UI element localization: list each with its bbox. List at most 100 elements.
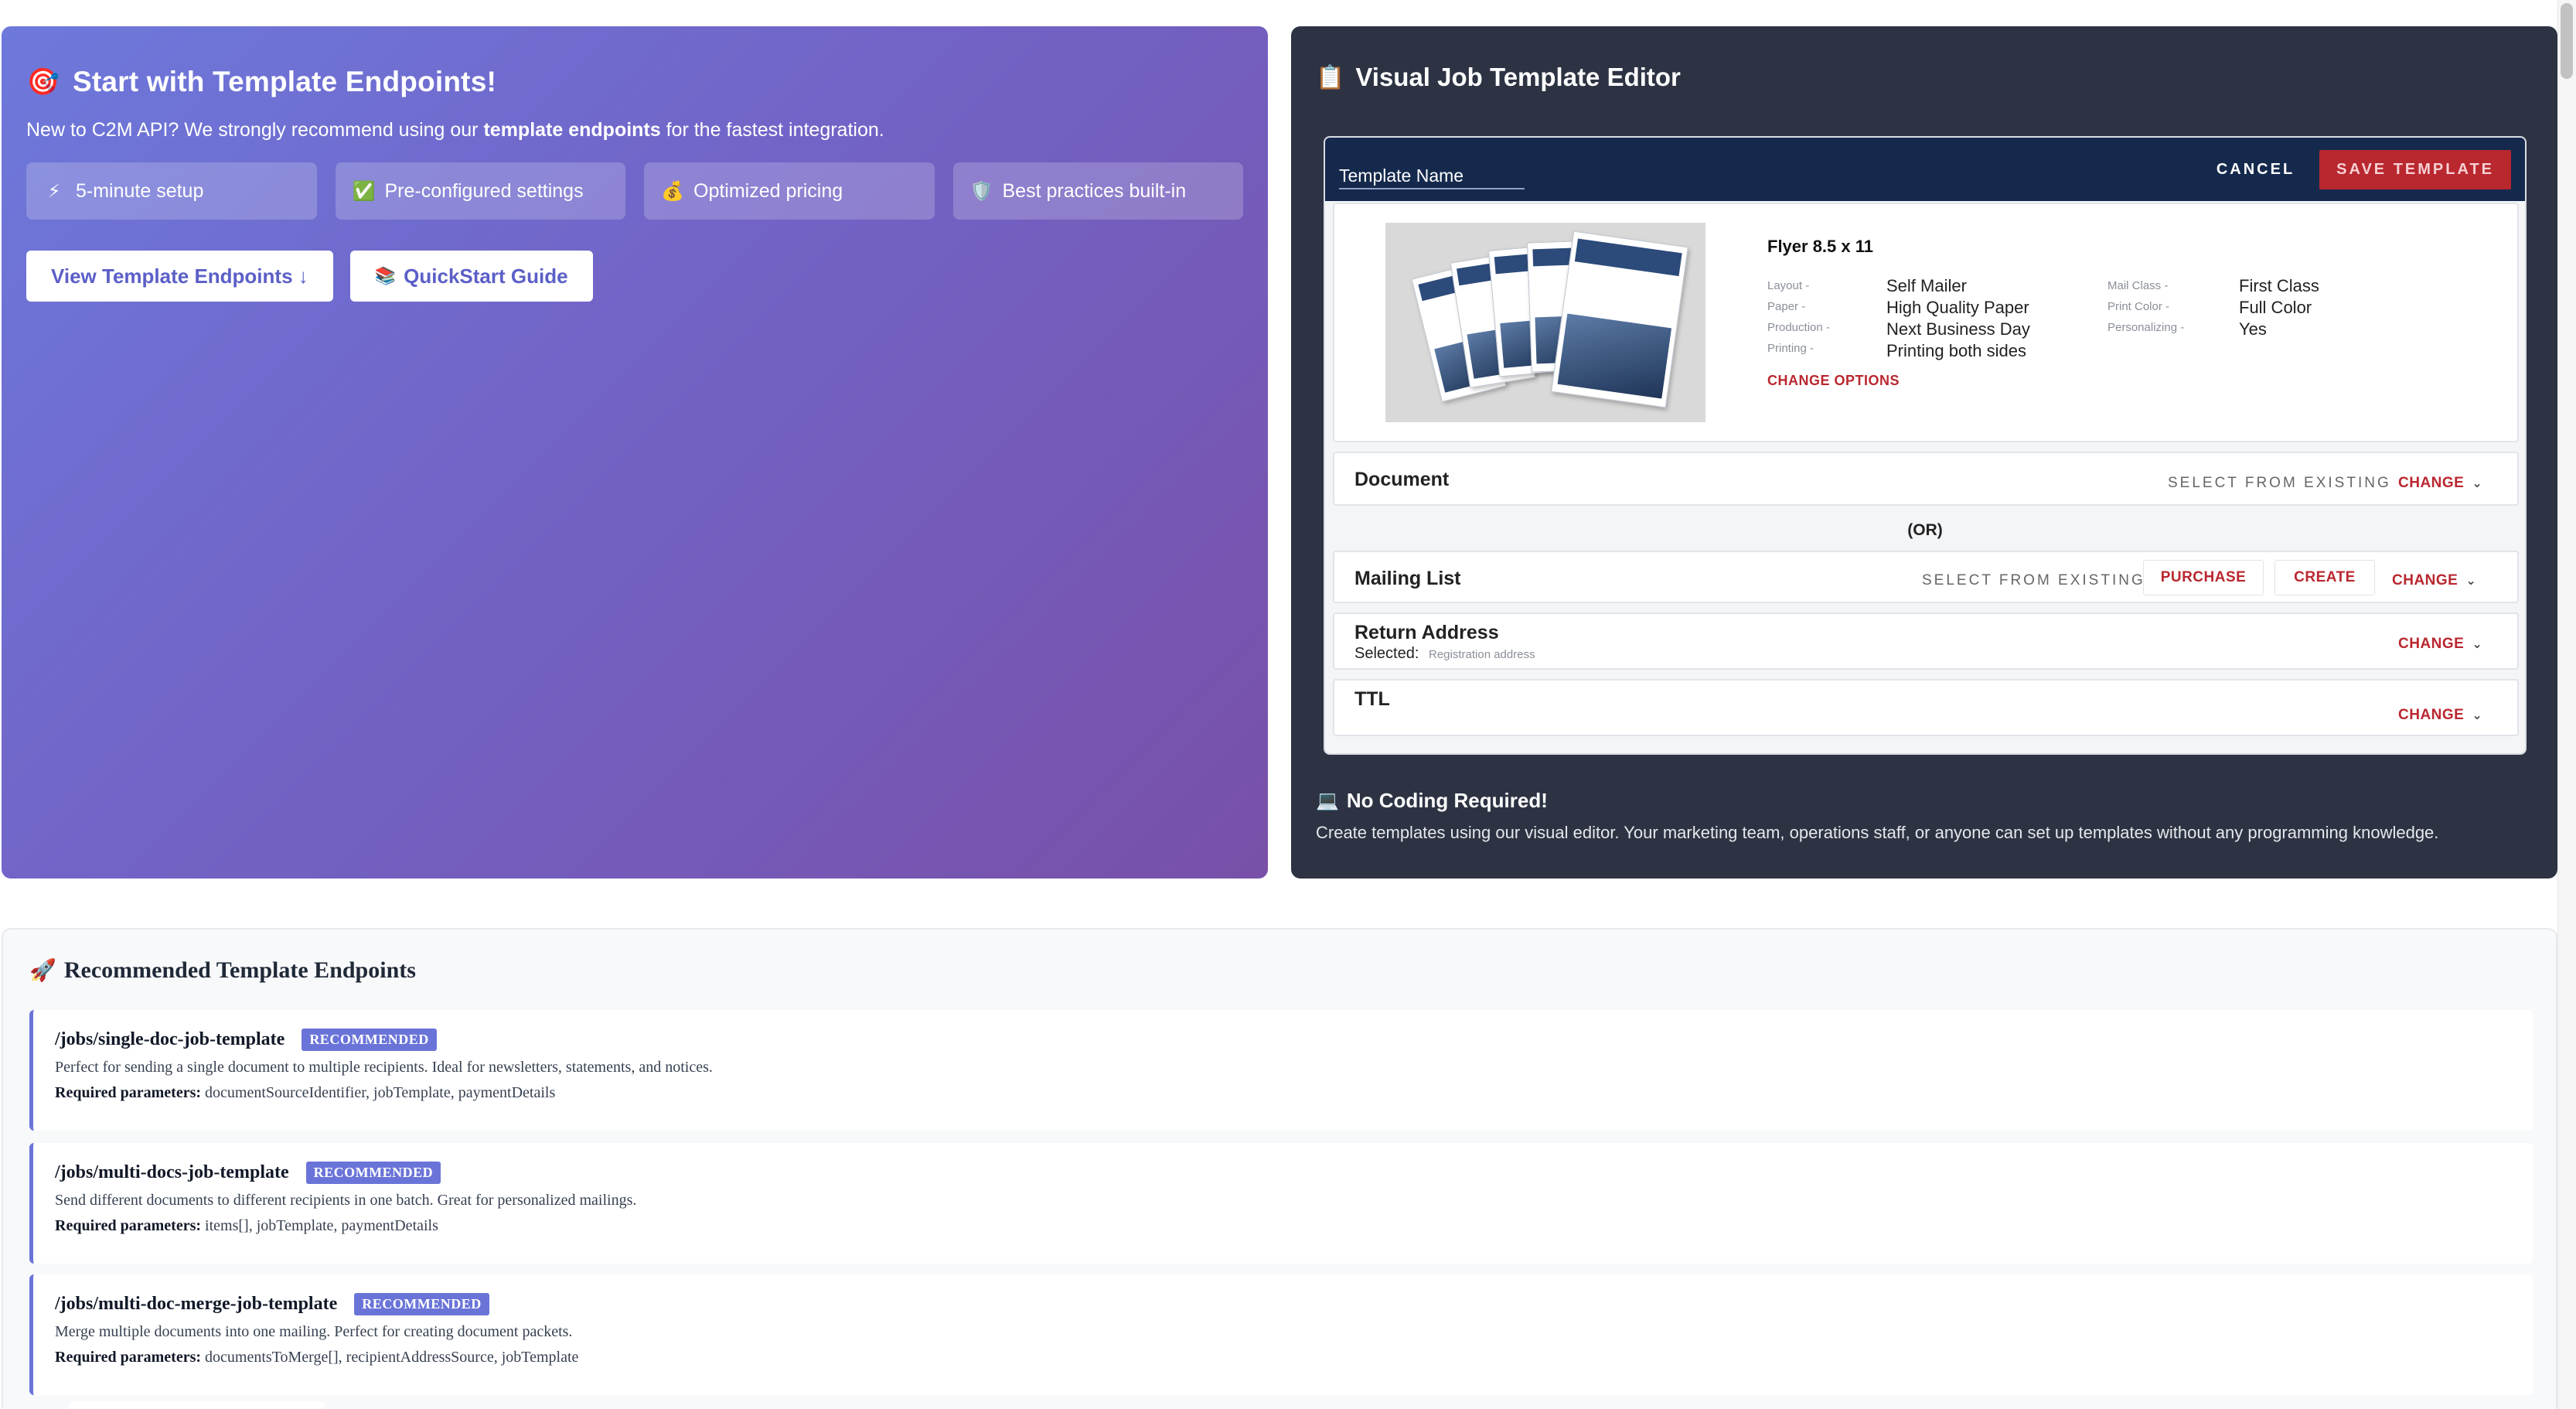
- quickstart-guide-label: QuickStart Guide: [404, 264, 568, 288]
- money-bag-icon: 💰: [661, 180, 684, 202]
- endpoint-description: Merge multiple documents into one mailin…: [55, 1323, 573, 1340]
- hero-title: 🎯 Start with Template Endpoints!: [26, 59, 1243, 105]
- required-params-value: documentsToMerge[], recipientAddressSour…: [205, 1349, 579, 1366]
- recommended-badge: RECOMMENDED: [305, 1162, 441, 1184]
- required-params-label: Required parameters:: [55, 1217, 202, 1234]
- spec-label: Production -: [1767, 321, 1830, 334]
- save-template-button: SAVE TEMPLATE: [2319, 149, 2511, 189]
- endpoint-header: /jobs/multi-doc-merge-job-template RECOM…: [55, 1293, 2533, 1315]
- endpoint-card[interactable]: /jobs/multi-doc-merge-job-template RECOM…: [29, 1274, 2533, 1395]
- endpoint-card[interactable]: /jobs/multi-docs-job-template RECOMMENDE…: [29, 1143, 2533, 1264]
- endpoint-path[interactable]: /jobs/single-doc-job-template: [55, 1029, 285, 1050]
- recommended-badge: RECOMMENDED: [302, 1029, 437, 1051]
- hero-subtitle: New to C2M API? We strongly recommend us…: [26, 116, 1243, 144]
- endpoint-header: /jobs/multi-docs-job-template RECOMMENDE…: [55, 1162, 2533, 1184]
- spec-value: Full Color: [2239, 298, 2312, 317]
- spec-label: Personalizing -: [2107, 321, 2185, 334]
- required-params-label: Required parameters:: [55, 1349, 202, 1366]
- check-icon: ✅: [352, 180, 376, 202]
- document-row: Document SELECT FROM EXISTING CHANGE ⌄: [1333, 452, 2519, 506]
- select-existing-link: SELECT FROM EXISTING: [2168, 475, 2391, 491]
- selected-value: Registration address: [1429, 648, 1535, 661]
- create-button: CREATE: [2274, 560, 2375, 595]
- spec-label: Print Color -: [2107, 300, 2170, 313]
- product-name: Flyer 8.5 x 11: [1767, 237, 1873, 256]
- cancel-button: CANCEL: [2216, 160, 2295, 178]
- hero-buttons: View Template Endpoints ↓ 📚 QuickStart G…: [26, 251, 1243, 302]
- quickstart-guide-button[interactable]: 📚 QuickStart Guide: [349, 251, 593, 302]
- document-label: Document: [1354, 469, 1450, 490]
- change-label: CHANGE: [2392, 572, 2458, 589]
- endpoint-path[interactable]: /jobs/multi-doc-merge-job-template: [55, 1294, 337, 1315]
- required-params-value: documentSourceIdentifier, jobTemplate, p…: [205, 1084, 556, 1101]
- rocket-icon: 🚀: [29, 959, 56, 983]
- recommended-badge: RECOMMENDED: [354, 1293, 489, 1315]
- change-link: CHANGE ⌄: [2398, 475, 2482, 492]
- required-params-value: items[], jobTemplate, paymentDetails: [205, 1217, 438, 1234]
- spec-value: Yes: [2239, 319, 2267, 339]
- chevron-down-icon: ⌄: [2472, 709, 2483, 722]
- hero-title-text: Start with Template Endpoints!: [73, 66, 496, 97]
- purchase-button: PURCHASE: [2143, 560, 2264, 595]
- scrollbar-thumb[interactable]: [2561, 3, 2573, 79]
- hero-subtitle-suffix: for the fastest integration.: [660, 119, 884, 141]
- endpoint-card[interactable]: /jobs/single-doc-job-template RECOMMENDE…: [29, 1010, 2533, 1131]
- or-separator: (OR): [1907, 521, 1943, 539]
- product-card: Flyer 8.5 x 11 Layout - Paper - Producti…: [1333, 203, 2519, 442]
- no-coding-description: Create templates using our visual editor…: [1316, 823, 2439, 842]
- template-name-field: Template Name: [1339, 165, 1525, 189]
- change-link: CHANGE ⌄: [2398, 636, 2482, 653]
- mailing-list-label: Mailing List: [1354, 568, 1461, 589]
- feature-setup: ⚡ 5-minute setup: [26, 162, 317, 220]
- editor-toolbar: Template Name CANCEL SAVE TEMPLATE: [1325, 138, 2525, 201]
- spec-value: Next Business Day: [1886, 319, 2030, 339]
- recommended-title-text: Recommended Template Endpoints: [63, 957, 416, 983]
- endpoint-header: /jobs/single-doc-job-template RECOMMENDE…: [55, 1029, 2533, 1051]
- endpoint-description: Perfect for sending a single document to…: [55, 1059, 713, 1076]
- endpoint-description: Send different documents to different re…: [55, 1192, 637, 1209]
- chevron-down-icon: ⌄: [2465, 575, 2477, 588]
- no-coding-title: 💻 No Coding Required!: [1316, 789, 1548, 813]
- page: 🎯 Start with Template Endpoints! New to …: [0, 0, 2576, 1409]
- spec-label: Layout -: [1767, 279, 1810, 292]
- no-coding-title-text: No Coding Required!: [1346, 789, 1548, 812]
- recommended-endpoints: 🚀 Recommended Template Endpoints /jobs/s…: [2, 928, 2557, 1409]
- recommended-title: 🚀 Recommended Template Endpoints: [29, 957, 416, 984]
- scrollbar[interactable]: [2557, 0, 2576, 1409]
- required-params-label: Required parameters:: [55, 1084, 202, 1101]
- shield-icon: 🛡️: [969, 180, 993, 202]
- spec-value: Printing both sides: [1886, 341, 2026, 360]
- return-address-label: Return Address: [1354, 622, 1499, 643]
- change-label: CHANGE: [2398, 636, 2465, 652]
- editor-screenshot: Template Name CANCEL SAVE TEMPLATE Flyer…: [1324, 136, 2527, 755]
- change-options-link: CHANGE OPTIONS: [1767, 373, 1900, 388]
- feature-label: 5-minute setup: [76, 179, 204, 202]
- feature-preconfigured: ✅ Pre-configured settings: [335, 162, 625, 220]
- feature-label: Optimized pricing: [693, 179, 843, 202]
- template-endpoints-hero: 🎯 Start with Template Endpoints! New to …: [2, 26, 1268, 878]
- next-section-peek: [70, 1401, 325, 1409]
- chevron-down-icon: ⌄: [2472, 638, 2483, 651]
- feature-label: Best practices built-in: [1002, 179, 1187, 202]
- endpoint-path[interactable]: /jobs/multi-docs-job-template: [55, 1162, 289, 1183]
- feature-pricing: 💰 Optimized pricing: [644, 162, 935, 220]
- mailing-list-row: Mailing List SELECT FROM EXISTING PURCHA…: [1333, 551, 2519, 603]
- select-existing-link: SELECT FROM EXISTING: [1922, 572, 2145, 589]
- change-label: CHANGE: [2398, 475, 2465, 491]
- feature-label: Pre-configured settings: [384, 179, 584, 202]
- feature-best-practices: 🛡️ Best practices built-in: [952, 162, 1243, 220]
- spec-value: First Class: [2239, 276, 2319, 295]
- change-link: CHANGE ⌄: [2398, 707, 2482, 724]
- spec-label: Paper -: [1767, 300, 1806, 313]
- endpoint-required-params: Required parameters: documentSourceIdent…: [55, 1084, 2533, 1102]
- lightning-icon: ⚡: [47, 180, 61, 202]
- change-link: CHANGE ⌄: [2392, 572, 2476, 589]
- flyer-thumbnail: [1385, 223, 1705, 422]
- books-icon: 📚: [374, 266, 397, 285]
- view-template-endpoints-button[interactable]: View Template Endpoints ↓: [26, 251, 333, 302]
- ttl-label: TTL: [1354, 688, 1390, 710]
- hero-subtitle-bold: template endpoints: [483, 119, 661, 141]
- clipboard-icon: 📋: [1316, 64, 1345, 90]
- laptop-icon: 💻: [1316, 790, 1339, 811]
- chevron-down-icon: ⌄: [2472, 477, 2483, 490]
